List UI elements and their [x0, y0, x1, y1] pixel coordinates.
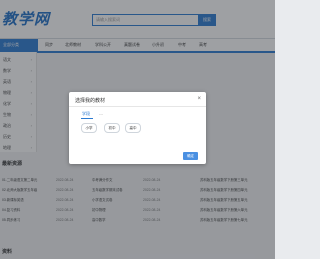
option-primary[interactable]: 小学 [81, 123, 97, 133]
option-middle[interactable]: 初中 [104, 123, 120, 133]
dialog-divider [69, 106, 206, 107]
active-tab-indicator [81, 118, 93, 119]
tab-next[interactable]: --- [99, 110, 103, 118]
dialog-title: 选择我的教材 [75, 98, 106, 104]
tab-stage[interactable]: 学段 [82, 110, 90, 118]
textbook-select-dialog: 选择我的教材 × 学段 --- 小学 初中 高中 确定 [69, 92, 206, 164]
confirm-button[interactable]: 确定 [183, 152, 198, 160]
close-icon[interactable]: × [197, 95, 201, 103]
option-high[interactable]: 高中 [125, 123, 141, 133]
